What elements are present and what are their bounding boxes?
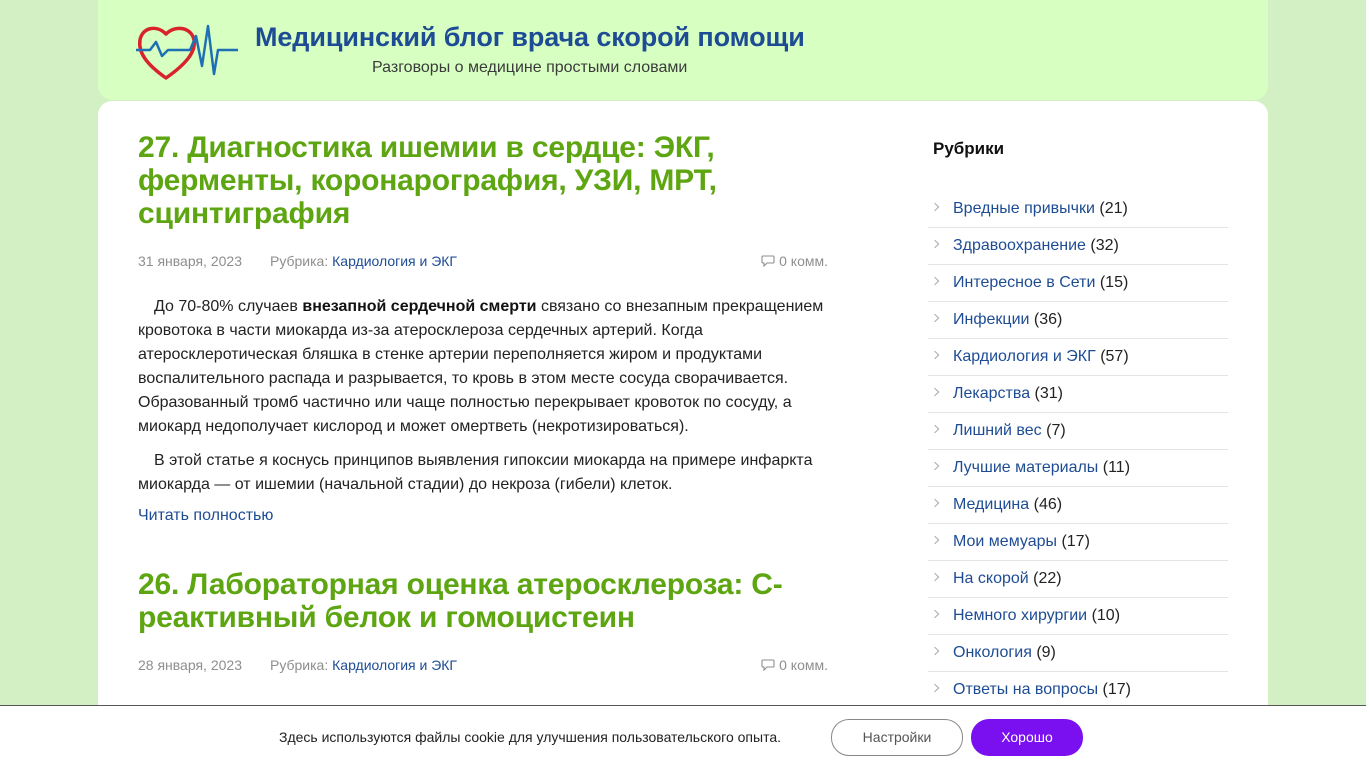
rubric-label: Рубрика:: [270, 657, 329, 673]
post-excerpt: До 70-80% случаев внезапной сердечной см…: [138, 295, 828, 497]
post-rubric: Рубрика: Кардиология и ЭКГ: [270, 253, 457, 269]
post-title[interactable]: 27. Диагностика ишемии в сердце: ЭКГ, фе…: [138, 131, 828, 230]
cookie-banner: Здесь используются файлы cookie для улуч…: [0, 705, 1366, 769]
chevron-right-icon: [930, 350, 940, 360]
category-count: (31): [1034, 385, 1063, 402]
cookie-accept-button[interactable]: Хорошо: [971, 719, 1083, 756]
category-count: (15): [1099, 274, 1129, 291]
post-paragraph: В этой статье я коснусь принципов выявле…: [138, 452, 813, 493]
category-item: Лучшие материалы (11): [928, 450, 1228, 487]
category-count: (17): [1061, 533, 1090, 550]
comment-icon: [761, 659, 775, 671]
content-area: 27. Диагностика ишемии в сердце: ЭКГ, фе…: [98, 101, 1268, 768]
category-item: Инфекции (36): [928, 302, 1228, 339]
chevron-right-icon: [930, 498, 940, 508]
category-link[interactable]: Ответы на вопросы: [953, 681, 1098, 698]
post: 26. Лабораторная оценка атеросклероза: С…: [138, 568, 828, 677]
site-title[interactable]: Медицинский блог врача скорой помощи: [255, 22, 805, 53]
category-link[interactable]: Инфекции: [953, 311, 1029, 328]
chevron-right-icon: [930, 276, 940, 286]
category-item: Лишний вес (7): [928, 413, 1228, 450]
category-link[interactable]: Немного хирургии: [953, 607, 1087, 624]
category-link[interactable]: Онкология: [953, 644, 1032, 661]
chevron-right-icon: [930, 572, 940, 582]
category-link[interactable]: Лучшие материалы: [953, 459, 1098, 476]
rubric-link[interactable]: Кардиология и ЭКГ: [332, 253, 457, 269]
category-count: (36): [1033, 311, 1063, 328]
rubric-label: Рубрика:: [270, 253, 329, 269]
post-meta: 31 января, 2023 Рубрика: Кардиология и Э…: [138, 253, 828, 273]
rubric-link[interactable]: Кардиология и ЭКГ: [332, 657, 457, 673]
category-item: Кардиология и ЭКГ (57): [928, 339, 1228, 376]
post-paragraph: До 70-80% случаев внезапной сердечной см…: [138, 295, 828, 439]
comments-link[interactable]: 0 комм.: [761, 657, 828, 673]
category-item: Медицина (46): [928, 487, 1228, 524]
category-item: Вредные привычки (21): [928, 191, 1228, 228]
sidebar: Рубрики Вредные привычки (21) Здравоохра…: [928, 139, 1228, 709]
text-fragment: До 70-80% случаев: [154, 298, 303, 315]
read-more-link[interactable]: Читать полностью: [138, 507, 828, 525]
post-rubric: Рубрика: Кардиология и ЭКГ: [270, 657, 457, 673]
category-link[interactable]: На скорой: [953, 570, 1029, 587]
chevron-right-icon: [930, 424, 940, 434]
category-link[interactable]: Лекарства: [953, 385, 1030, 402]
category-count: (17): [1102, 681, 1131, 698]
category-link[interactable]: Мои мемуары: [953, 533, 1057, 550]
chevron-right-icon: [930, 609, 940, 619]
cookie-settings-button[interactable]: Настройки: [831, 719, 963, 756]
cookie-text: Здесь используются файлы cookie для улуч…: [279, 729, 781, 745]
post: 27. Диагностика ишемии в сердце: ЭКГ, фе…: [138, 131, 828, 525]
site-header: Медицинский блог врача скорой помощи Раз…: [98, 0, 1268, 100]
category-count: (57): [1100, 348, 1129, 365]
category-link[interactable]: Медицина: [953, 496, 1029, 513]
text-fragment: связано со внезапным прекращением кровот…: [138, 298, 824, 435]
category-item: Здравоохранение (32): [928, 228, 1228, 265]
chevron-right-icon: [930, 535, 940, 545]
chevron-right-icon: [930, 202, 940, 212]
category-link[interactable]: Кардиология и ЭКГ: [953, 348, 1096, 365]
category-item: Мои мемуары (17): [928, 524, 1228, 561]
comments-link[interactable]: 0 комм.: [761, 253, 828, 269]
category-count: (32): [1090, 237, 1119, 254]
post-title[interactable]: 26. Лабораторная оценка атеросклероза: С…: [138, 568, 828, 634]
category-list: Вредные привычки (21) Здравоохранение (3…: [928, 191, 1228, 709]
chevron-right-icon: [930, 239, 940, 249]
category-count: (22): [1033, 570, 1062, 587]
chevron-right-icon: [930, 313, 940, 323]
category-item: На скорой (22): [928, 561, 1228, 598]
site-description: Разговоры о медицине простыми словами: [372, 59, 688, 76]
category-link[interactable]: Лишний вес: [953, 422, 1042, 439]
heart-cardiogram-icon[interactable]: [136, 22, 238, 82]
category-item: Онкология (9): [928, 635, 1228, 672]
chevron-right-icon: [930, 646, 940, 656]
post-meta: 28 января, 2023 Рубрика: Кардиология и Э…: [138, 657, 828, 677]
chevron-right-icon: [930, 683, 940, 693]
bold-phrase: внезапной сердечной смерти: [302, 298, 537, 315]
category-count: (46): [1033, 496, 1063, 513]
category-count: (10): [1091, 607, 1121, 624]
comments-count: 0 комм.: [779, 657, 828, 673]
category-count: (11): [1102, 459, 1131, 476]
category-item: Немного хирургии (10): [928, 598, 1228, 635]
category-link[interactable]: Здравоохранение: [953, 237, 1086, 254]
comments-count: 0 комм.: [779, 253, 828, 269]
category-item: Лекарства (31): [928, 376, 1228, 413]
category-link[interactable]: Вредные привычки: [953, 200, 1095, 217]
category-count: (9): [1036, 644, 1056, 661]
sidebar-title: Рубрики: [933, 139, 1005, 158]
category-item: Интересное в Сети (15): [928, 265, 1228, 302]
category-item: Ответы на вопросы (17): [928, 672, 1228, 709]
category-link[interactable]: Интересное в Сети: [953, 274, 1095, 291]
chevron-right-icon: [930, 461, 940, 471]
category-count: (7): [1046, 422, 1066, 439]
category-count: (21): [1099, 200, 1128, 217]
post-date: 28 января, 2023: [138, 657, 242, 673]
chevron-right-icon: [930, 387, 940, 397]
comment-icon: [761, 255, 775, 267]
post-date: 31 января, 2023: [138, 253, 242, 269]
